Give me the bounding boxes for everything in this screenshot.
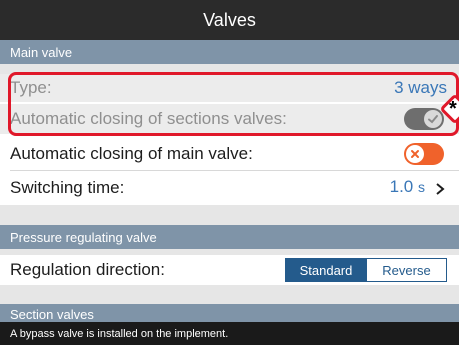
x-icon — [411, 150, 419, 158]
section-header-main-valve: Main valve — [0, 40, 459, 64]
auto-close-sections-label: Automatic closing of sections valves: — [10, 109, 287, 128]
switching-time-value-group: 1.0 s — [390, 177, 425, 197]
section-header-label: Section valves — [10, 307, 94, 322]
segment-standard[interactable]: Standard — [286, 259, 366, 281]
switching-time-row[interactable]: Switching time: 1.0 s — [0, 171, 459, 205]
auto-close-main-toggle[interactable] — [404, 143, 444, 165]
section-spacer — [0, 205, 459, 225]
status-message: A bypass valve is installed on the imple… — [10, 327, 229, 340]
regulation-direction-row: Regulation direction: Standard Reverse — [0, 255, 459, 285]
status-bar: A bypass valve is installed on the imple… — [0, 322, 459, 345]
toggle-knob — [406, 145, 424, 163]
section-header-label: Pressure regulating valve — [10, 229, 157, 245]
section-header-pressure-regulating: Pressure regulating valve — [0, 225, 459, 249]
type-row: Type: 3 ways — [0, 74, 459, 102]
auto-close-main-row: Automatic closing of main valve: — [0, 138, 459, 170]
chevron-right-icon — [436, 183, 445, 195]
window-title: Valves — [203, 9, 256, 30]
section-header-label: Main valve — [10, 44, 73, 60]
checkmark-icon — [428, 115, 438, 124]
section-spacer — [0, 64, 459, 74]
title-bar: Valves — [0, 0, 459, 40]
section-spacer — [0, 285, 459, 304]
auto-close-sections-row: Automatic closing of sections valves: — [0, 104, 459, 134]
auto-close-sections-toggle[interactable] — [404, 108, 444, 130]
type-label: Type: — [10, 78, 52, 97]
auto-close-main-label: Automatic closing of main valve: — [10, 144, 253, 163]
asterisk-marker: * — [449, 98, 457, 120]
regulation-direction-label: Regulation direction: — [10, 260, 165, 279]
regulation-direction-segmented-control[interactable]: Standard Reverse — [285, 258, 447, 282]
toggle-knob — [424, 110, 442, 128]
switching-time-label: Switching time: — [10, 178, 125, 197]
switching-time-unit: s — [418, 179, 425, 195]
type-value: 3 ways — [394, 78, 447, 97]
segment-reverse[interactable]: Reverse — [366, 259, 446, 281]
switching-time-value: 1.0 — [389, 177, 414, 196]
